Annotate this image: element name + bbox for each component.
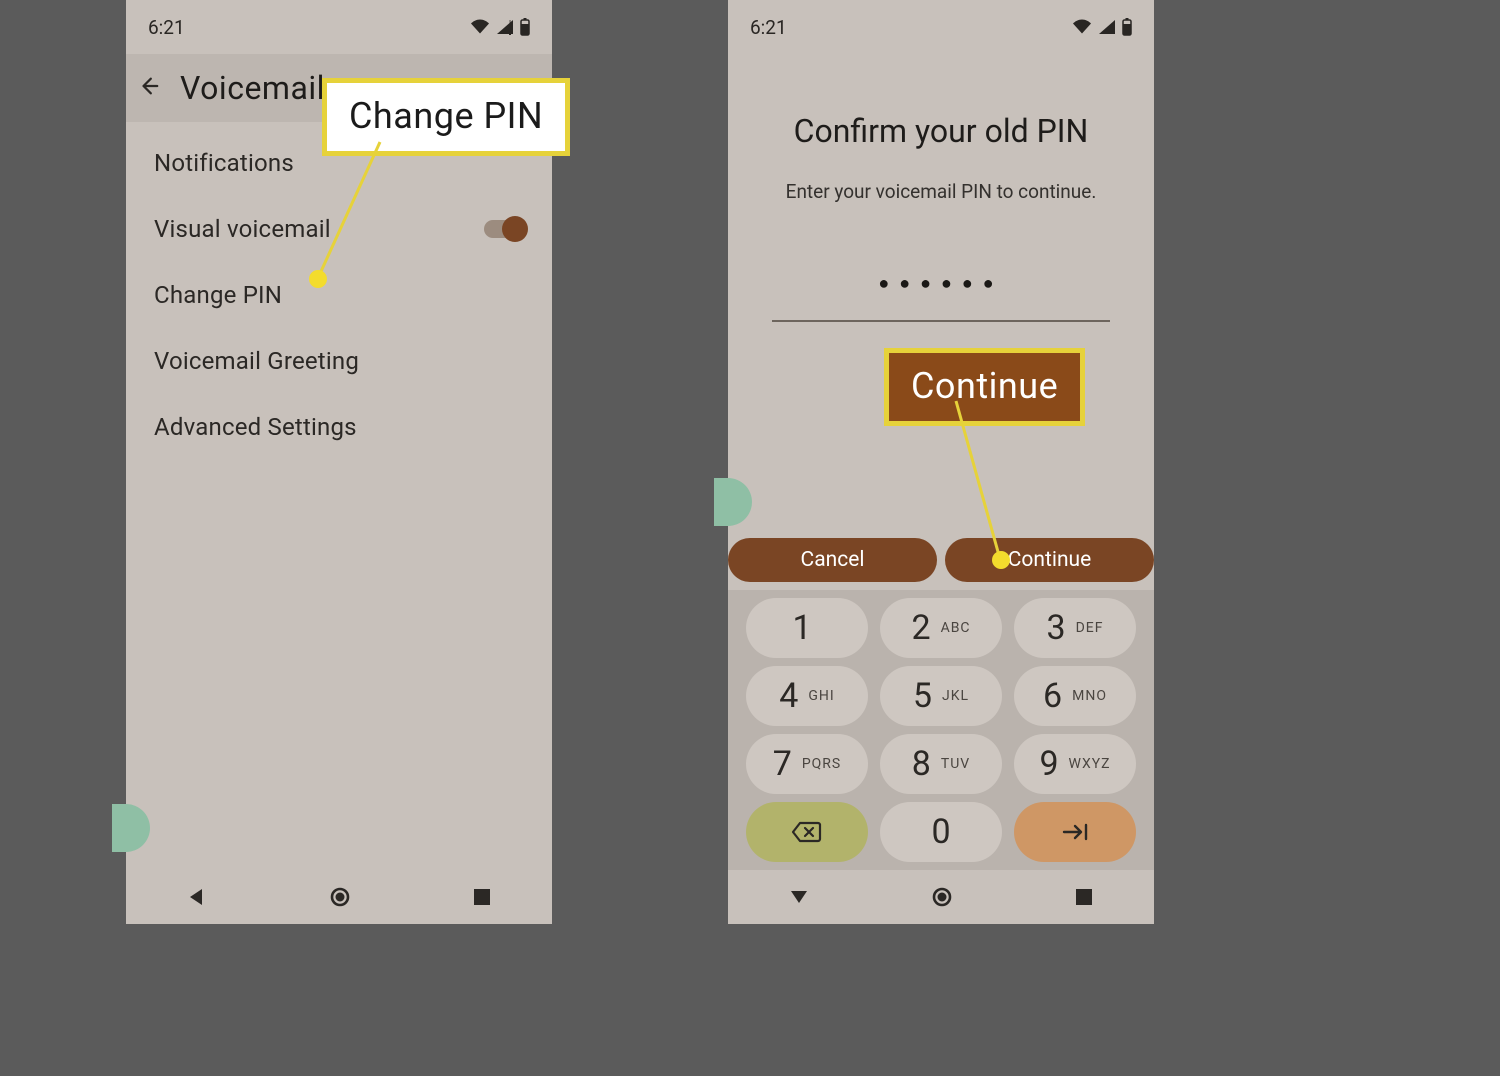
- svg-text:!: !: [509, 19, 511, 28]
- key-5[interactable]: 5JKL: [880, 666, 1002, 726]
- backspace-icon: [791, 820, 823, 844]
- fab-peek-icon[interactable]: [112, 804, 150, 852]
- key-1[interactable]: 1: [746, 598, 868, 658]
- toggle-visual-voicemail[interactable]: [484, 220, 524, 238]
- back-icon[interactable]: [138, 75, 160, 101]
- wifi-icon: [470, 19, 490, 35]
- continue-label: Continue: [1008, 548, 1092, 572]
- nav-back-down-icon[interactable]: [789, 887, 809, 907]
- confirm-title: Confirm your old PIN: [758, 112, 1124, 150]
- cancel-label: Cancel: [801, 548, 865, 572]
- callout-leader-right: [956, 401, 1016, 561]
- battery-icon: [520, 18, 530, 36]
- key-submit[interactable]: [1014, 802, 1136, 862]
- cancel-button[interactable]: Cancel: [728, 538, 937, 582]
- status-time: 6:21: [750, 16, 787, 39]
- key-3[interactable]: 3DEF: [1014, 598, 1136, 658]
- battery-icon: [1122, 18, 1132, 36]
- row-label: Advanced Settings: [154, 413, 357, 441]
- row-voicemail-greeting[interactable]: Voicemail Greeting: [126, 328, 552, 394]
- numeric-keypad: 1 2ABC 3DEF 4GHI 5JKL 6MNO 7PQRS 8TUV 9W…: [728, 590, 1154, 870]
- row-advanced-settings[interactable]: Advanced Settings: [126, 394, 552, 460]
- android-nav-bar: [728, 870, 1154, 924]
- key-backspace[interactable]: [746, 802, 868, 862]
- row-label: Visual voicemail: [154, 215, 331, 243]
- status-icons: [1072, 18, 1132, 36]
- row-label: Voicemail Greeting: [154, 347, 359, 375]
- callout-leader-left: [318, 142, 398, 282]
- status-bar: 6:21: [728, 0, 1154, 54]
- pin-input[interactable]: ●●●●●●: [772, 273, 1110, 322]
- nav-back-icon[interactable]: [187, 887, 207, 907]
- callout-text: Change PIN: [349, 95, 543, 137]
- android-nav-bar: [126, 870, 552, 924]
- status-time: 6:21: [148, 16, 185, 39]
- row-label: Notifications: [154, 149, 294, 177]
- signal-icon: [1098, 19, 1116, 35]
- nav-recent-icon[interactable]: [1075, 888, 1093, 906]
- submit-arrow-icon: [1060, 822, 1090, 842]
- key-2[interactable]: 2ABC: [880, 598, 1002, 658]
- fab-peek-icon[interactable]: [714, 478, 752, 526]
- key-0[interactable]: 0: [880, 802, 1002, 862]
- action-buttons: Cancel Continue: [728, 538, 1154, 582]
- key-4[interactable]: 4GHI: [746, 666, 868, 726]
- key-6[interactable]: 6MNO: [1014, 666, 1136, 726]
- row-label: Change PIN: [154, 281, 282, 309]
- key-9[interactable]: 9WXYZ: [1014, 734, 1136, 794]
- confirm-header: Confirm your old PIN Enter your voicemai…: [728, 54, 1154, 203]
- status-bar: 6:21 !: [126, 0, 552, 54]
- phone-confirm-pin: 6:21 Confirm your old PIN Enter your voi…: [728, 0, 1154, 924]
- callout-dot-left: [309, 270, 327, 288]
- nav-recent-icon[interactable]: [473, 888, 491, 906]
- nav-home-icon[interactable]: [931, 886, 953, 908]
- confirm-subtitle: Enter your voicemail PIN to continue.: [758, 180, 1124, 203]
- nav-home-icon[interactable]: [329, 886, 351, 908]
- callout-dot-right: [992, 551, 1010, 569]
- key-8[interactable]: 8TUV: [880, 734, 1002, 794]
- wifi-icon: [1072, 19, 1092, 35]
- status-icons: !: [470, 18, 530, 36]
- signal-icon: !: [496, 19, 514, 35]
- key-7[interactable]: 7PQRS: [746, 734, 868, 794]
- page-title: Voicemail: [180, 69, 325, 107]
